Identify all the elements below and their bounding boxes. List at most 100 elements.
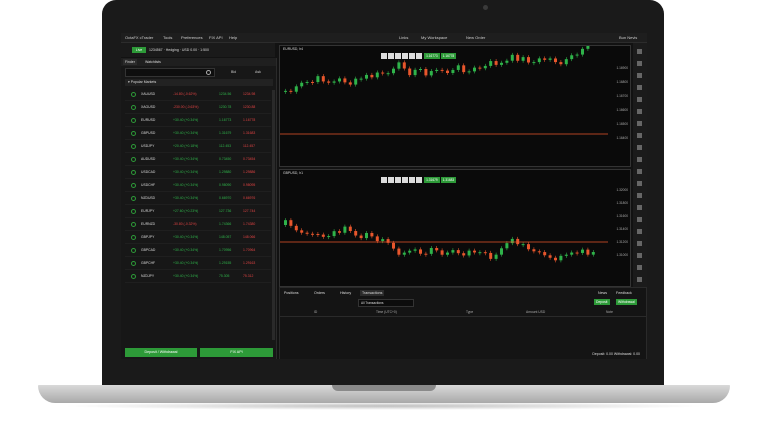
symbol-bid[interactable]: 1.31679	[219, 127, 231, 139]
menu-fix-api[interactable]: FIX API	[209, 35, 223, 40]
group-header[interactable]: ▾ Popular Markets	[125, 79, 273, 86]
chart-eurusd[interactable]: EURUSD, h4 1.16773 1.16778 1.16900 1.16800…	[279, 45, 631, 167]
menu-workspace[interactable]: My Workspace	[421, 35, 447, 40]
tab-finder[interactable]: Finder	[123, 59, 137, 65]
chart-gbpusd[interactable]: GBPUSD, h1 1.31679 1.31683 1.32000 1.31800…	[279, 169, 631, 287]
drawing-tool-icon[interactable]	[637, 97, 642, 102]
drawing-tool-icon[interactable]	[637, 133, 642, 138]
symbol-ask[interactable]: 75.312	[243, 270, 253, 282]
watchlist-scrollbar[interactable]	[272, 90, 275, 340]
search-input[interactable]	[125, 68, 215, 77]
deposit-button[interactable]: Deposit	[594, 299, 610, 305]
list-item[interactable]: EURJPY +27.60 (+0.23%) 127.736 127.744	[125, 205, 271, 218]
list-item[interactable]: XAUUSD -14.80 (-0.62%) 1234.56 1234.98	[125, 88, 271, 101]
drawing-tool-icon[interactable]	[637, 85, 642, 90]
feedback-link[interactable]: Feedback	[616, 290, 632, 296]
symbol-bid[interactable]: 127.736	[219, 205, 231, 217]
list-item[interactable]: NZDJPY +30.40 (+0.34%) 75.305 75.312	[125, 270, 271, 283]
symbol-bid[interactable]: 1.74366	[219, 218, 231, 230]
symbol-bid[interactable]: 0.73450	[219, 153, 231, 165]
user-name[interactable]: Bun Nevis	[619, 35, 637, 40]
symbol-bid[interactable]: 1230.78	[219, 101, 231, 113]
drawing-tool-icon[interactable]	[637, 109, 642, 114]
symbol-ask[interactable]: 1.31683	[243, 127, 255, 139]
list-item[interactable]: GBPJPY +30.40 (+0.34%) 148.057 148.066	[125, 231, 271, 244]
list-item[interactable]: NZDUSD +30.40 (+0.34%) 0.66970 0.66976	[125, 192, 271, 205]
symbol-bid[interactable]: 1.16773	[219, 114, 231, 126]
drawing-tool-icon[interactable]	[637, 49, 642, 54]
col-id[interactable]: ID	[314, 310, 317, 314]
symbol-ask[interactable]: 1.16778	[243, 114, 255, 126]
list-item[interactable]: USDJPY +20.40 (+0.18%) 112.453 112.457	[125, 140, 271, 153]
drawing-tool-icon[interactable]	[637, 229, 642, 234]
live-badge[interactable]: Live	[132, 47, 146, 53]
drawing-tool-icon[interactable]	[637, 265, 642, 270]
list-item[interactable]: AUDUSD +30.40 (+0.34%) 0.73450 0.73454	[125, 153, 271, 166]
menu-help[interactable]: Help	[229, 35, 237, 40]
list-item[interactable]: USDCAD +30.40 (+0.34%) 1.29880 1.29886	[125, 166, 271, 179]
tab-watchlists[interactable]: Watchlists	[143, 59, 163, 65]
tab-transactions[interactable]: Transactions	[360, 290, 385, 296]
drawing-tool-icon[interactable]	[637, 145, 642, 150]
list-item[interactable]: GBPCHF +30.40 (+0.34%) 1.29155 1.29163	[125, 257, 271, 270]
drawing-tool-icon[interactable]	[637, 181, 642, 186]
menu-preferences[interactable]: Preferences	[181, 35, 203, 40]
tab-positions[interactable]: Positions	[282, 290, 301, 296]
symbol-bid[interactable]: 0.98090	[219, 179, 231, 191]
account-info[interactable]: 1234567 · Hedging · USD 0.00 · 1:500	[149, 48, 209, 52]
symbol-bid[interactable]: 75.305	[219, 270, 229, 282]
tab-orders[interactable]: Orders	[312, 290, 327, 296]
symbol-ask[interactable]: 1230.88	[243, 101, 255, 113]
symbol-bid[interactable]: 112.453	[219, 140, 231, 152]
drawing-tool-icon[interactable]	[637, 277, 642, 282]
symbol-ask[interactable]: 0.98095	[243, 179, 255, 191]
symbol-bid[interactable]: 148.057	[219, 231, 231, 243]
symbol-bid[interactable]: 1.29155	[219, 257, 231, 269]
new-order-button[interactable]: New Order	[466, 35, 485, 40]
list-item[interactable]: GBPCAD +30.40 (+0.34%) 1.70956 1.70964	[125, 244, 271, 257]
symbol-ask[interactable]: 1.74380	[243, 218, 255, 230]
list-item[interactable]: XAGUSD -230.00 (-0.63%) 1230.78 1230.88	[125, 101, 271, 114]
symbol-bid[interactable]: 1234.56	[219, 88, 231, 100]
symbol-ask[interactable]: 127.744	[243, 205, 255, 217]
drawing-tool-icon[interactable]	[637, 121, 642, 126]
symbol-ask[interactable]: 0.66976	[243, 192, 255, 204]
menu-tools[interactable]: Tools	[163, 35, 172, 40]
drawing-tool-icon[interactable]	[637, 73, 642, 78]
news-link[interactable]: News	[598, 290, 607, 296]
drawing-tool-icon[interactable]	[637, 205, 642, 210]
col-note[interactable]: Note	[606, 310, 613, 314]
symbol-ask[interactable]: 1.29163	[243, 257, 255, 269]
symbol-bid[interactable]: 1.70956	[219, 244, 231, 256]
list-item[interactable]: EURNZD -30.80 (-0.32%) 1.74366 1.74380	[125, 218, 271, 231]
symbol-bid[interactable]: 1.29880	[219, 166, 231, 178]
col-time[interactable]: Time (UTC+0)	[376, 310, 397, 314]
symbol-ask[interactable]: 112.457	[243, 140, 255, 152]
menu-app[interactable]: OctaFX cTrader	[125, 35, 153, 40]
withdrawal-button[interactable]: Withdrawal	[616, 299, 637, 305]
symbol-ask[interactable]: 0.73454	[243, 153, 255, 165]
symbol-ask[interactable]: 1.70964	[243, 244, 255, 256]
drawing-tool-icon[interactable]	[637, 217, 642, 222]
symbol-ask[interactable]: 148.066	[243, 231, 255, 243]
list-item[interactable]: USDCHF +30.40 (+0.34%) 0.98090 0.98095	[125, 179, 271, 192]
list-item[interactable]: GBPUSD +30.40 (+0.34%) 1.31679 1.31683	[125, 127, 271, 140]
col-amount[interactable]: Amount USD	[526, 310, 545, 314]
transactions-filter[interactable]: All Transactions	[358, 299, 414, 307]
symbol-bid[interactable]: 0.66970	[219, 192, 231, 204]
symbol-ask[interactable]: 1.29886	[243, 166, 255, 178]
candle	[386, 73, 390, 75]
tab-history[interactable]: History	[338, 290, 353, 296]
col-type[interactable]: Type	[466, 310, 473, 314]
symbol-ask[interactable]: 1234.98	[243, 88, 255, 100]
drawing-tool-icon[interactable]	[637, 169, 642, 174]
list-item[interactable]: EURUSD +30.40 (+0.34%) 1.16773 1.16778	[125, 114, 271, 127]
drawing-tool-icon[interactable]	[637, 193, 642, 198]
deposit-withdrawal-button[interactable]: Deposit / Withdrawal	[125, 348, 197, 357]
menu-links[interactable]: Links	[399, 35, 408, 40]
drawing-tool-icon[interactable]	[637, 157, 642, 162]
drawing-tool-icon[interactable]	[637, 253, 642, 258]
drawing-tool-icon[interactable]	[637, 61, 642, 66]
fix-api-button[interactable]: FIX API	[200, 348, 273, 357]
drawing-tool-icon[interactable]	[637, 241, 642, 246]
